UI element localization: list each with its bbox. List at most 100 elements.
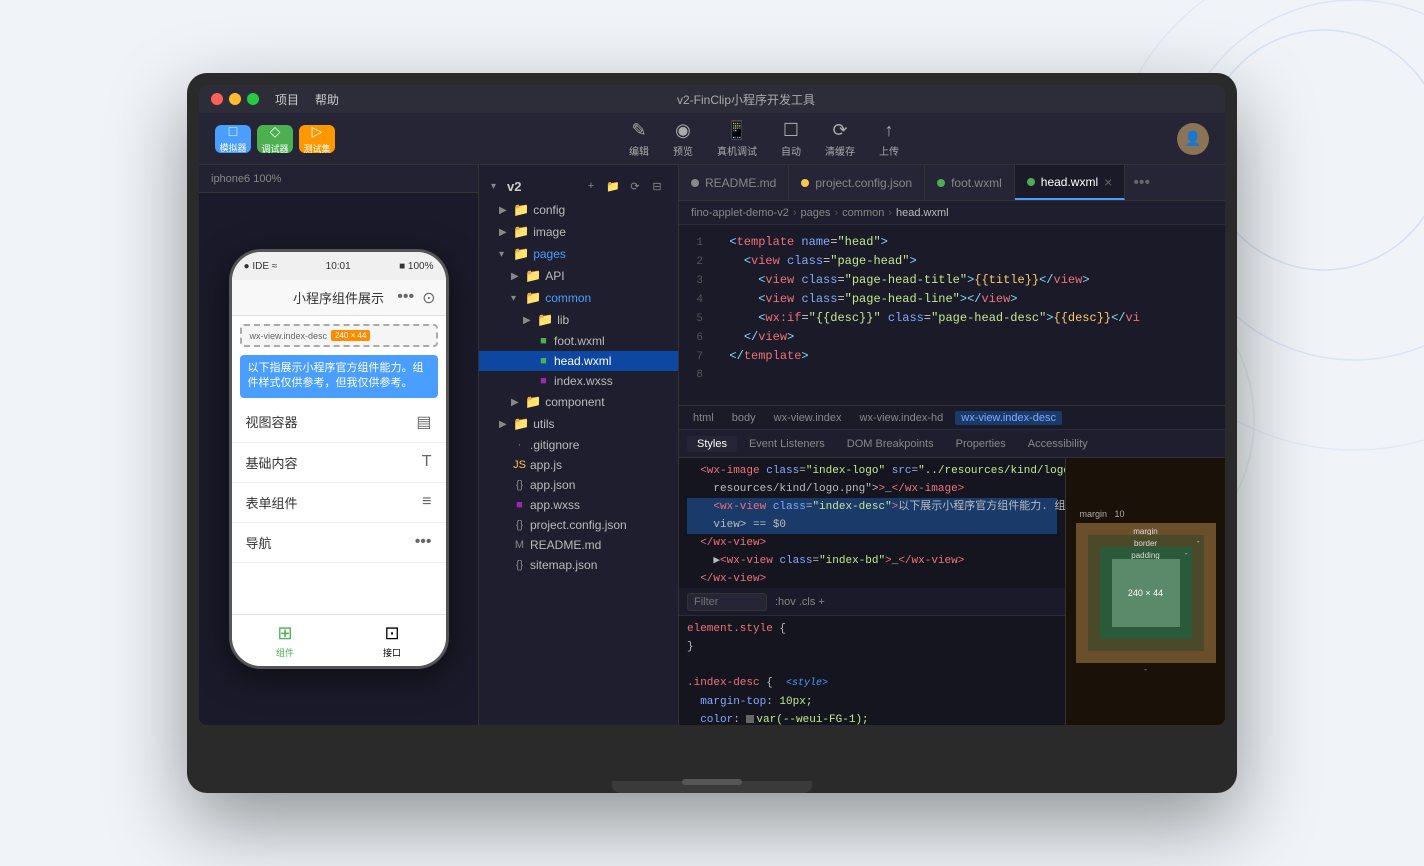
tree-item-api[interactable]: ▶ 📁 API (479, 265, 678, 287)
preview-action[interactable]: ◉ 预览 (673, 120, 693, 158)
tree-item-head-wxml[interactable]: ▶ ■ head.wxml (479, 351, 678, 371)
phone-content: wx-view.index-desc 240 × 44 以下指展示小程序官方组件… (232, 316, 446, 614)
file-icon-app-js: JS (513, 459, 526, 471)
elem-tab-body[interactable]: body (726, 411, 762, 425)
testset-btn[interactable]: ▷ 测试集 (299, 125, 335, 153)
menu-item-help[interactable]: 帮助 (315, 91, 339, 108)
html-line-1: <wx-image class="index-logo" src="../res… (687, 462, 1057, 480)
elem-tab-wx-view-index[interactable]: wx-view.index (768, 411, 848, 425)
line-content-2: <view class="page-head"> (715, 252, 917, 270)
devtools-tab-accessibility[interactable]: Accessibility (1018, 436, 1098, 452)
devtools-tab-styles[interactable]: Styles (687, 436, 737, 452)
html-line-6: ▶<wx-view class="index-bd">_</wx-view> (687, 552, 1057, 570)
devtools-tab-properties[interactable]: Properties (946, 436, 1016, 452)
nav-components[interactable]: ⊞ 组件 (232, 615, 339, 666)
tree-item-index-wxss[interactable]: ▶ ■ index.wxss (479, 371, 678, 391)
tree-item-foot-wxml[interactable]: ▶ ■ foot.wxml (479, 331, 678, 351)
tree-arrow-config: ▶ (499, 205, 509, 216)
tree-item-utils[interactable]: ▶ 📁 utils (479, 413, 678, 435)
edit-label: 编辑 (629, 143, 649, 158)
bottom-right-box-model: margin 10 margin border - (1065, 458, 1225, 725)
elem-tab-html[interactable]: html (687, 411, 720, 425)
tree-item-image[interactable]: ▶ 📁 image (479, 221, 678, 243)
laptop-screen: 项目 帮助 v2-FinClip小程序开发工具 □ 模拟器 ◇ 调试器 ▷ 测试… (199, 85, 1225, 725)
simulator-btn[interactable]: □ 模拟器 (215, 125, 251, 153)
close-btn[interactable] (211, 93, 223, 105)
css-pseudo-btn[interactable]: :hov .cls + (775, 596, 825, 608)
tree-item-config[interactable]: ▶ 📁 config (479, 199, 678, 221)
upload-label: 上传 (879, 143, 899, 158)
tab-close-head-wxml[interactable]: × (1104, 174, 1112, 190)
nav-api[interactable]: ⊡ 接口 (339, 615, 446, 666)
tree-item-common[interactable]: ▾ 📁 common (479, 287, 678, 309)
tab-readme[interactable]: README.md (679, 165, 789, 200)
tree-item-gitignore[interactable]: ▶ · .gitignore (479, 435, 678, 455)
phone-status-bar: ● IDE ≈ 10:01 ■ 100% (232, 252, 446, 280)
code-editor[interactable]: 1 <template name="head"> 2 <view class="… (679, 225, 1225, 405)
tab-label-head-wxml: head.wxml (1041, 175, 1098, 189)
new-folder-icon[interactable]: 📁 (604, 177, 622, 195)
device-info-bar: iphone6 100% (199, 165, 478, 193)
maximize-btn[interactable] (247, 93, 259, 105)
breadcrumb-current: head.wxml (896, 207, 949, 219)
tree-arrow-api: ▶ (511, 271, 521, 282)
upload-action[interactable]: ↑ 上传 (879, 120, 899, 158)
file-icon-gitignore: · (513, 439, 526, 451)
folder-icon-image: 📁 (513, 224, 529, 240)
tree-item-lib[interactable]: ▶ 📁 lib (479, 309, 678, 331)
device-debug-action[interactable]: 📱 真机调试 (717, 120, 757, 158)
devtools-tab-dom-breakpoints[interactable]: DOM Breakpoints (837, 436, 944, 452)
list-icon-views: ▤ (416, 412, 431, 432)
tree-item-pages[interactable]: ▾ 📁 pages (479, 243, 678, 265)
tree-item-sitemap[interactable]: ▶ {} sitemap.json (479, 555, 678, 575)
tree-item-app-json[interactable]: ▶ {} app.json (479, 475, 678, 495)
settings-icon[interactable]: ⊙ (422, 288, 435, 308)
tab-head-wxml[interactable]: head.wxml × (1015, 165, 1126, 200)
more-icon[interactable]: ••• (397, 288, 414, 308)
tree-item-project-config[interactable]: ▶ {} project.config.json (479, 515, 678, 535)
box-border-dash: - (1197, 537, 1200, 546)
highlight-badge: 240 × 44 (331, 330, 370, 341)
menu-item-project[interactable]: 项目 (275, 91, 299, 108)
tree-label-gitignore: .gitignore (530, 438, 579, 452)
tree-label-lib: lib (557, 313, 569, 327)
box-content: 240 × 44 (1112, 559, 1180, 627)
refresh-tree-icon[interactable]: ⟳ (626, 177, 644, 195)
box-bottom-dash: - (1076, 665, 1216, 674)
tree-item-component[interactable]: ▶ 📁 component (479, 391, 678, 413)
clear-cache-action[interactable]: ⟳ 清缓存 (825, 120, 855, 158)
user-avatar[interactable]: 👤 (1177, 123, 1209, 155)
devtools-tab-event-listeners[interactable]: Event Listeners (739, 436, 835, 452)
edit-action[interactable]: ✎ 编辑 (629, 120, 649, 158)
elem-tab-wx-view-index-desc[interactable]: wx-view.index-desc (955, 411, 1062, 425)
tab-foot-wxml[interactable]: foot.wxml (925, 165, 1015, 200)
line-content-7: </template> (715, 347, 809, 365)
tree-arrow-component: ▶ (511, 397, 521, 408)
debugger-btn[interactable]: ◇ 调试器 (257, 125, 293, 153)
tree-label-head-wxml: head.wxml (554, 354, 611, 368)
elem-tab-wx-view-index-hd[interactable]: wx-view.index-hd (854, 411, 950, 425)
code-line-6: 6 </view> (679, 328, 1225, 347)
collapse-tree-icon[interactable]: ⊟ (648, 177, 666, 195)
phone-app-title: 小程序组件展示 (293, 288, 384, 307)
html-line-3: <wx-view class="index-desc">以下展示小程序官方组件能… (687, 498, 1057, 516)
auto-action[interactable]: ☐ 自动 (781, 120, 801, 158)
breadcrumb-root: fino-applet-demo-v2 (691, 207, 789, 219)
tree-item-readme[interactable]: ▶ M README.md (479, 535, 678, 555)
main-content: iphone6 100% ● IDE ≈ 10:01 ■ 100% 小程序组件展… (199, 165, 1225, 725)
new-file-icon[interactable]: + (582, 177, 600, 195)
highlight-class: wx-view.index-desc (250, 331, 328, 341)
css-filter-input[interactable] (687, 593, 767, 611)
code-line-7: 7 </template> (679, 347, 1225, 366)
minimize-btn[interactable] (229, 93, 241, 105)
tree-icons: + 📁 ⟳ ⊟ (582, 177, 666, 195)
tree-item-app-js[interactable]: ▶ JS app.js (479, 455, 678, 475)
file-icon-index-wxss: ■ (537, 375, 550, 387)
file-icon-readme: M (513, 539, 526, 551)
line-content-6: </view> (715, 328, 794, 346)
phone-title-bar: 小程序组件展示 ••• ⊙ (232, 280, 446, 316)
tab-project-config[interactable]: project.config.json (789, 165, 925, 200)
tab-more-btn[interactable]: ••• (1125, 165, 1158, 200)
tree-item-app-wxss[interactable]: ▶ ■ app.wxss (479, 495, 678, 515)
breadcrumb-sep-3: › (888, 207, 892, 219)
